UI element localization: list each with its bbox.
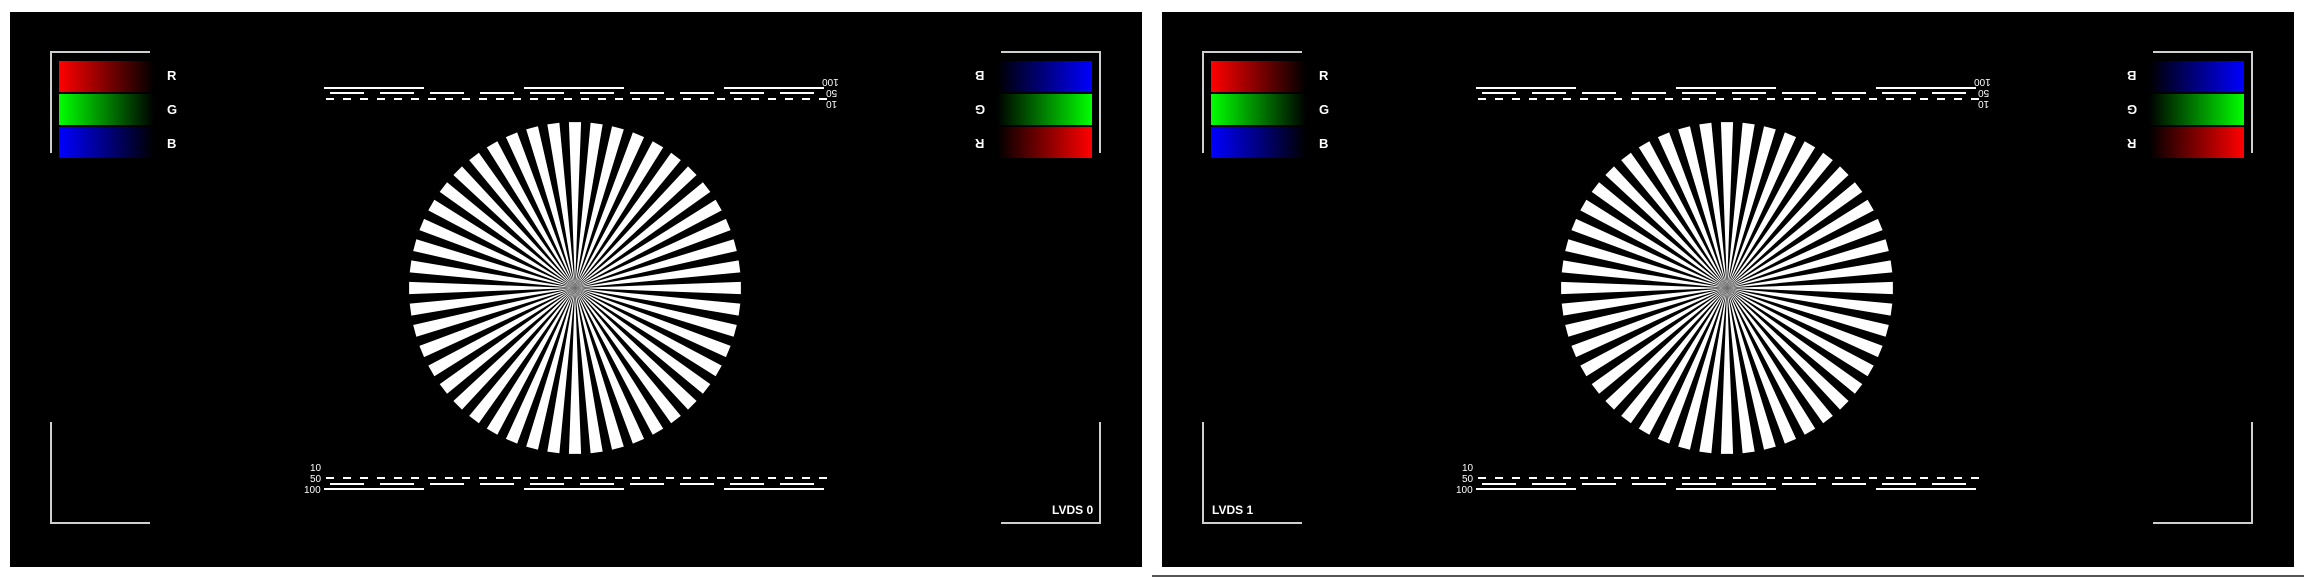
label-g-left: G bbox=[1319, 102, 1330, 117]
label-b-right: B bbox=[2127, 68, 2137, 83]
label-g-left: G bbox=[167, 102, 178, 117]
screen-caption: LVDS 1 bbox=[1212, 503, 1254, 517]
green-swatch-left bbox=[1211, 94, 1306, 125]
blue-swatch-left bbox=[59, 127, 154, 158]
corner-mark-bottom-right bbox=[2153, 422, 2253, 524]
label-b-right: B bbox=[975, 68, 985, 83]
green-swatch-left bbox=[59, 94, 154, 125]
scale-label-50-top: 50 bbox=[826, 87, 838, 98]
red-swatch-right bbox=[2149, 127, 2244, 158]
label-r-right: R bbox=[975, 136, 985, 151]
blue-swatch-right bbox=[2149, 61, 2244, 92]
red-swatch-left bbox=[1211, 61, 1306, 92]
star-spoke bbox=[575, 281, 741, 295]
red-swatch-left bbox=[59, 61, 154, 92]
lvds-1-screen: R G B B G R 100 50 10 10 50 100 LVDS 1 bbox=[1162, 12, 2294, 567]
red-swatch-right bbox=[997, 127, 1092, 158]
star-spoke bbox=[409, 281, 575, 295]
resolution-scale-bottom bbox=[1476, 477, 1979, 490]
scale-label-10-top: 10 bbox=[826, 98, 838, 109]
star-spoke bbox=[568, 122, 582, 288]
green-swatch-right bbox=[2149, 94, 2244, 125]
label-b-left: B bbox=[1319, 136, 1329, 151]
scale-label-100-top: 100 bbox=[1974, 76, 1991, 87]
star-spoke bbox=[1720, 122, 1734, 288]
resolution-scale-top bbox=[1476, 87, 1979, 100]
scale-label-100-top: 100 bbox=[822, 76, 839, 87]
scale-label-10-bottom: 10 bbox=[1462, 463, 1474, 474]
star-spoke bbox=[1561, 281, 1727, 295]
resolution-scale-bottom bbox=[324, 477, 827, 490]
scale-label-10-bottom: 10 bbox=[310, 463, 322, 474]
label-r-right: R bbox=[2127, 136, 2137, 151]
scale-label-50-bottom: 50 bbox=[310, 474, 322, 485]
blue-swatch-right bbox=[997, 61, 1092, 92]
star-spoke bbox=[1720, 288, 1734, 454]
star-spoke bbox=[568, 288, 582, 454]
screen-caption: LVDS 0 bbox=[1052, 503, 1094, 517]
corner-mark-bottom-left bbox=[50, 422, 150, 524]
scale-label-100-bottom: 100 bbox=[304, 485, 321, 496]
label-g-right: G bbox=[975, 102, 986, 117]
lvds-0-screen: R G B B G R 100 50 10 10 50 100 LVDS 0 bbox=[10, 12, 1142, 567]
star-spoke bbox=[1727, 281, 1893, 295]
label-r-left: R bbox=[1319, 68, 1329, 83]
scale-label-50-bottom: 50 bbox=[1462, 474, 1474, 485]
label-b-left: B bbox=[167, 136, 177, 151]
siemens-star bbox=[1561, 122, 1893, 454]
label-g-right: G bbox=[2127, 102, 2138, 117]
scale-label-10-top: 10 bbox=[1978, 98, 1990, 109]
label-r-left: R bbox=[167, 68, 177, 83]
siemens-star bbox=[409, 122, 741, 454]
blue-swatch-left bbox=[1211, 127, 1306, 158]
resolution-scale-top bbox=[324, 87, 827, 100]
scale-label-50-top: 50 bbox=[1978, 87, 1990, 98]
scale-label-100-bottom: 100 bbox=[1456, 485, 1473, 496]
green-swatch-right bbox=[997, 94, 1092, 125]
